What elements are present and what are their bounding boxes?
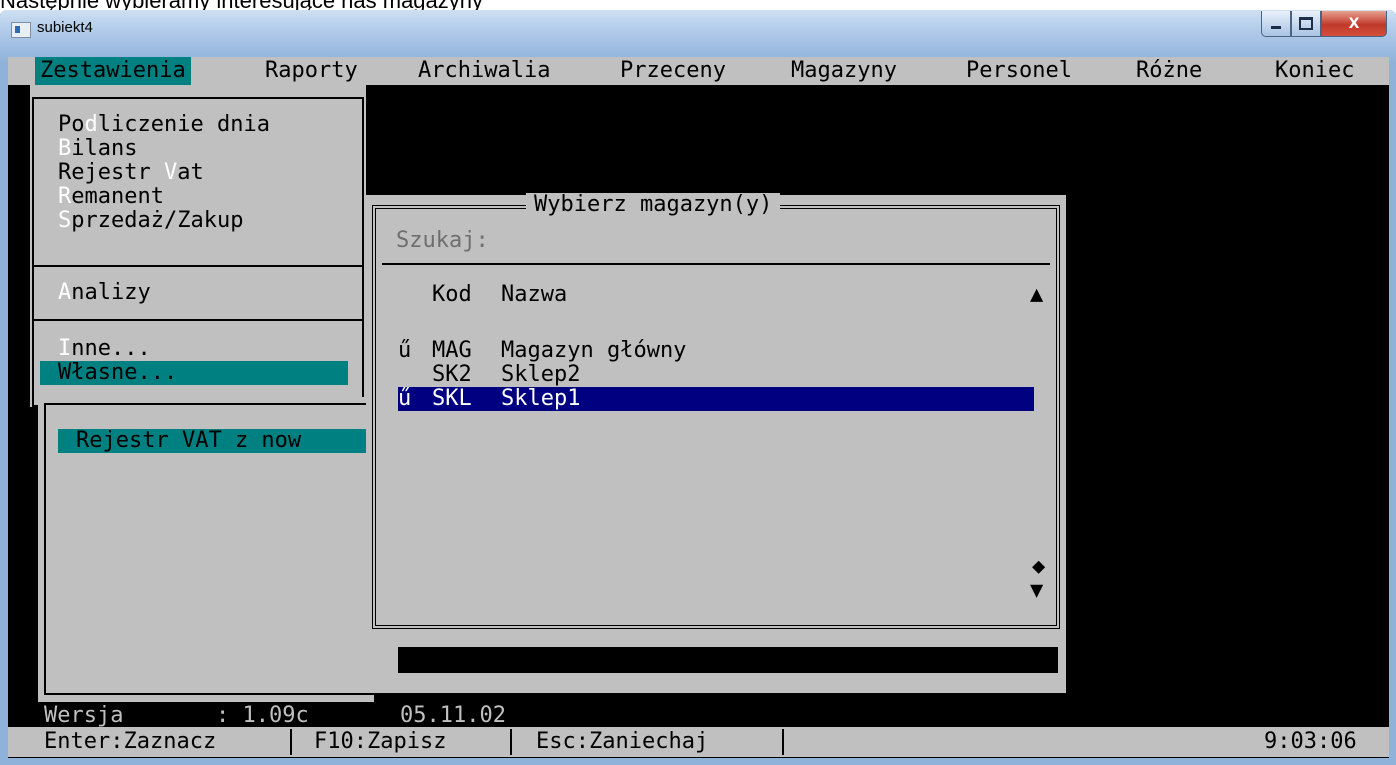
- dialog-divider: [382, 263, 1050, 265]
- menu-przeceny[interactable]: Przeceny: [615, 57, 731, 85]
- menu-personel[interactable]: Personel: [961, 57, 1077, 85]
- scroll-up-icon[interactable]: ▲: [1030, 283, 1043, 307]
- maximize-button[interactable]: [1291, 11, 1321, 37]
- dialog-bottom-area: [366, 635, 1066, 693]
- close-button[interactable]: X: [1321, 11, 1387, 37]
- version-label: Wersja: [44, 703, 124, 728]
- submenu-panel: Podliczenie dnia Bilans Rejestr Vat Rema…: [30, 85, 366, 407]
- submenu-item-sprzedaz[interactable]: Sprzedaż/Zakup: [58, 209, 243, 233]
- submenu-item-bilans[interactable]: Bilans: [58, 137, 137, 161]
- input-bar[interactable]: [398, 647, 1058, 673]
- menu-koniec[interactable]: Koniec: [1270, 57, 1359, 85]
- status-separator: [290, 729, 292, 755]
- row-name: Sklep2: [501, 362, 581, 387]
- version-line: Wersja : 1.09c 05.11.02: [8, 704, 548, 728]
- column-kod: Kod: [432, 282, 472, 307]
- search-label: Szukaj:: [396, 228, 489, 253]
- scroll-thumb-icon[interactable]: ◆: [1032, 555, 1045, 579]
- background-list-selected[interactable]: Rejestr VAT z now: [58, 429, 378, 453]
- scroll-down-icon[interactable]: ▼: [1030, 579, 1043, 603]
- menu-magazyny[interactable]: Magazyny: [786, 57, 902, 85]
- list-item-sk2[interactable]: SK2 Sklep2: [398, 363, 1034, 387]
- row-name: Sklep1: [501, 386, 581, 411]
- submenu-item-rejestr-vat[interactable]: Rejestr Vat: [58, 161, 204, 185]
- row-code: SK2: [432, 362, 472, 387]
- version-value: : 1.09c: [216, 703, 309, 728]
- row-mark: ű: [398, 338, 412, 363]
- minimize-button[interactable]: [1261, 11, 1291, 37]
- app-icon: [11, 22, 31, 38]
- status-separator: [510, 729, 512, 755]
- minimize-icon: [1271, 26, 1281, 29]
- row-mark: ű: [398, 386, 412, 411]
- close-icon: X: [1348, 15, 1360, 32]
- dialog-frame: [372, 205, 1060, 629]
- menu-raporty[interactable]: Raporty: [260, 57, 363, 85]
- status-esc[interactable]: Esc:Zaniechaj: [536, 727, 708, 757]
- status-enter[interactable]: Enter:Zaznacz: [44, 727, 216, 757]
- background-window: Rejestr VAT z now: [38, 397, 386, 702]
- column-nazwa: Nazwa: [501, 282, 568, 307]
- menu-bar: Zestawienia Raporty Archiwalia Przeceny …: [8, 57, 1389, 85]
- search-input[interactable]: [506, 229, 1026, 253]
- maximize-icon: [1299, 17, 1313, 30]
- list-item-mag[interactable]: ű MAG Magazyn główny: [398, 339, 1034, 363]
- window-title: subiekt4: [37, 19, 93, 36]
- row-code: SKL: [432, 386, 472, 411]
- submenu-item-wlasne[interactable]: Własne...: [40, 361, 348, 385]
- submenu-item-remanent[interactable]: Remanent: [58, 185, 164, 209]
- submenu-item-analizy[interactable]: Analizy: [58, 281, 151, 305]
- menu-zestawienia[interactable]: Zestawienia: [35, 57, 191, 85]
- submenu-item-podliczenie[interactable]: Podliczenie dnia: [58, 113, 270, 137]
- status-bar: Enter:Zaznacz F10:Zapisz Esc:Zaniechaj 9…: [8, 727, 1389, 757]
- version-date: 05.11.02: [400, 703, 506, 728]
- menu-archiwalia[interactable]: Archiwalia: [413, 57, 555, 85]
- menu-rozne[interactable]: Różne: [1131, 57, 1207, 85]
- submenu-item-inne[interactable]: Inne...: [58, 337, 151, 361]
- row-code: MAG: [432, 338, 472, 363]
- select-warehouse-dialog: Wybierz magazyn(y) Szukaj: Kod Nazwa ▲ ű…: [366, 193, 1066, 635]
- submenu-divider: [32, 265, 364, 267]
- row-name: Magazyn główny: [501, 338, 687, 363]
- status-f10[interactable]: F10:Zapisz: [314, 727, 446, 757]
- list-item-skl-selected[interactable]: ű SKL Sklep1: [398, 387, 1034, 411]
- console-area: Zestawienia Raporty Archiwalia Przeceny …: [8, 57, 1389, 758]
- status-clock: 9:03:06: [1264, 729, 1357, 754]
- status-separator: [782, 729, 784, 755]
- dialog-title: Wybierz magazyn(y): [526, 193, 781, 217]
- submenu-divider: [32, 319, 364, 321]
